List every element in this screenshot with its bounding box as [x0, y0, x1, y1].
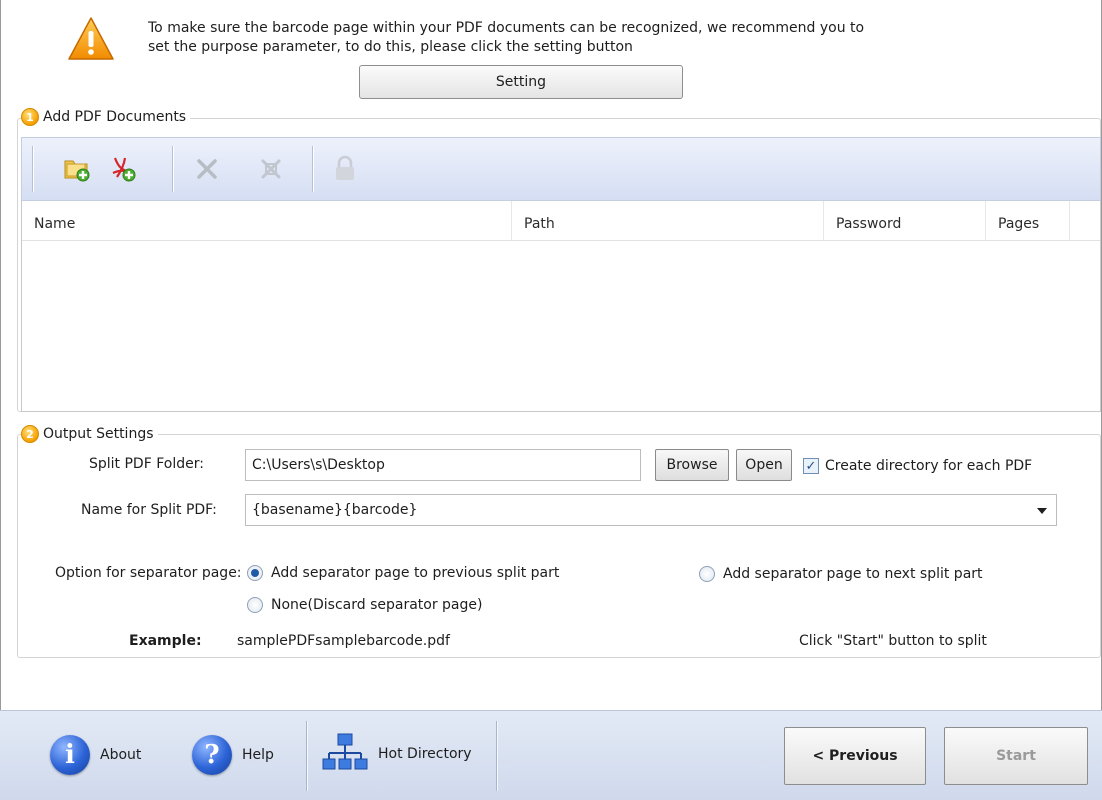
- footer-separator-2: [496, 721, 498, 791]
- add-folder-icon: [64, 160, 90, 182]
- about-label: About: [100, 747, 142, 763]
- hot-directory-label: Hot Directory: [378, 746, 472, 762]
- create-directory-label[interactable]: Create directory for each PDF: [825, 458, 1032, 474]
- remove-all-icon: [261, 159, 281, 179]
- radio-none-label[interactable]: None(Discard separator page): [271, 597, 482, 613]
- hot-directory-button[interactable]: Hot Directory: [322, 731, 472, 777]
- add-folder-button[interactable]: [60, 152, 94, 186]
- column-name[interactable]: Name: [22, 201, 512, 241]
- column-pages[interactable]: Pages: [986, 201, 1070, 241]
- main-panel: To make sure the barcode page within you…: [0, 0, 1102, 710]
- radio-next-label[interactable]: Add separator page to next split part: [723, 566, 983, 582]
- help-icon: ?: [192, 735, 232, 775]
- notice-line-2: set the purpose parameter, to do this, p…: [148, 39, 633, 55]
- radio-previous-label[interactable]: Add separator page to previous split par…: [271, 565, 559, 581]
- separator-option-label: Option for separator page:: [55, 565, 242, 581]
- notice-text: To make sure the barcode page within you…: [148, 19, 1048, 57]
- toolbar-separator: [172, 146, 174, 192]
- radio-none[interactable]: [247, 597, 263, 613]
- footer-bar: i About ? Help Hot Directory < Previous …: [0, 710, 1102, 800]
- warning-icon: [68, 17, 114, 60]
- open-button[interactable]: Open: [736, 449, 792, 481]
- example-label: Example:: [129, 633, 202, 649]
- browse-button[interactable]: Browse: [655, 449, 729, 481]
- step-1-badge: 1: [21, 108, 39, 126]
- column-password[interactable]: Password: [824, 201, 986, 241]
- lock-icon: [336, 155, 354, 180]
- split-folder-label: Split PDF Folder:: [89, 456, 204, 472]
- about-button[interactable]: i About: [50, 735, 141, 775]
- name-split-dropdown[interactable]: {basename}{barcode}: [245, 494, 1057, 526]
- add-documents-title: 1 Add PDF Documents: [21, 108, 191, 126]
- name-split-label: Name for Split PDF:: [81, 502, 217, 518]
- column-path[interactable]: Path: [512, 201, 824, 241]
- table-header: Name Path Password Pages: [22, 201, 1100, 241]
- previous-button[interactable]: < Previous: [784, 727, 926, 785]
- radio-previous-part[interactable]: [247, 565, 263, 581]
- name-split-value: {basename}{barcode}: [252, 502, 418, 518]
- help-button[interactable]: ? Help: [192, 735, 274, 775]
- radio-next-part[interactable]: [699, 566, 715, 582]
- step-2-badge: 2: [21, 425, 39, 443]
- footer-separator: [306, 721, 308, 791]
- remove-all-button[interactable]: [254, 152, 288, 186]
- output-settings-title: 2 Output Settings: [21, 425, 158, 443]
- setting-button[interactable]: Setting: [359, 65, 683, 99]
- add-pdf-button[interactable]: [106, 152, 140, 186]
- remove-icon: [197, 159, 217, 179]
- add-documents-label: Add PDF Documents: [43, 109, 187, 125]
- hot-directory-icon: [322, 733, 368, 770]
- start-button[interactable]: Start: [944, 727, 1088, 785]
- notice-line-1: To make sure the barcode page within you…: [148, 20, 865, 36]
- password-button[interactable]: [328, 152, 362, 186]
- example-value: samplePDFsamplebarcode.pdf: [237, 633, 450, 649]
- remove-button[interactable]: [190, 152, 224, 186]
- start-hint: Click "Start" button to split: [799, 633, 987, 649]
- documents-table[interactable]: Name Path Password Pages: [21, 201, 1101, 412]
- create-directory-checkbox[interactable]: ✓: [803, 458, 819, 474]
- help-label: Help: [242, 747, 274, 763]
- toolbar-grip: [32, 146, 34, 192]
- add-pdf-icon: [112, 157, 136, 182]
- documents-toolbar: [21, 137, 1101, 201]
- toolbar-separator-2: [312, 146, 314, 192]
- split-folder-input[interactable]: C:\Users\s\Desktop: [245, 449, 641, 481]
- chevron-down-icon: [1037, 508, 1047, 514]
- output-settings-label: Output Settings: [43, 426, 154, 442]
- info-icon: i: [50, 735, 90, 775]
